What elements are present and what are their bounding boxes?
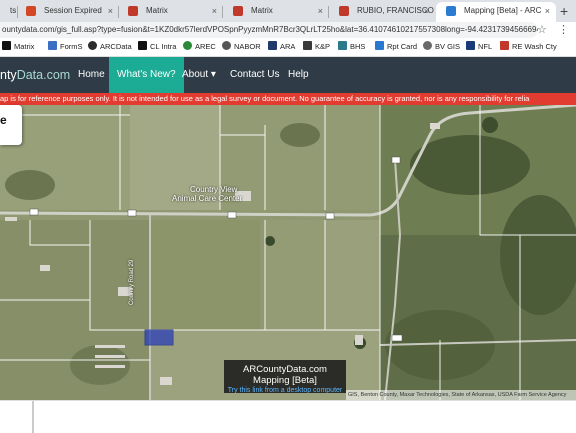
tab-strip: ts Session Expired × Matrix × Matrix × R… <box>0 0 576 22</box>
matrix-icon <box>233 6 243 16</box>
star-icon[interactable]: ☆ <box>537 23 547 36</box>
map-label-country-view: Country View <box>190 185 238 194</box>
bookmark-label: Matrix <box>14 42 35 51</box>
bookmark-label: BHS <box>350 42 366 51</box>
bookmark-label: ARCData <box>100 42 132 51</box>
nfl-icon <box>466 41 475 50</box>
bookmark-label: CL Intra <box>150 42 177 51</box>
bookmark-label: AREC <box>195 42 216 51</box>
bookmark-label: NABOR <box>234 42 261 51</box>
bottom-right-panel <box>33 401 576 433</box>
powerpoint-icon <box>26 6 36 16</box>
map-label-animal-care: Animal Care Center <box>172 194 243 203</box>
tab-matrix-1[interactable]: Matrix × <box>118 2 223 22</box>
tab-mapping-active[interactable]: Mapping [Beta] - ARC × <box>436 2 556 22</box>
map-caption-title: ARCountyData.com Mapping [Beta] <box>243 364 327 386</box>
address-bar-row: ountydata.com/gis_full.asp?type=fusion&t… <box>0 22 576 39</box>
bookmarks-bar: Matrix FormS ARCData CL Intra AREC NABOR… <box>0 39 576 57</box>
bookmark-bhs[interactable]: BHS <box>338 41 365 53</box>
bookmark-label: K&P <box>315 42 331 51</box>
site-brand[interactable]: ntyData.com <box>0 57 70 93</box>
nav-whats-new[interactable]: What's New? <box>109 57 184 93</box>
tab-matrix-2[interactable]: Matrix × <box>223 2 329 22</box>
globe-icon <box>222 41 231 50</box>
brand-text: nty <box>0 68 17 82</box>
bookmark-rpt-card[interactable]: Rpt Card <box>375 41 417 53</box>
panel-toggle-button[interactable]: e <box>0 105 22 145</box>
bookmark-ara[interactable]: ARA <box>268 41 295 53</box>
disclaimer-banner: ap is for reference purposes only. It is… <box>0 93 576 105</box>
bookmark-label: BV GIS <box>435 42 461 51</box>
nav-about[interactable]: About ▾ <box>174 57 224 93</box>
matrix-icon <box>128 6 138 16</box>
nav-contact-us[interactable]: Contact Us <box>222 57 287 93</box>
tab-title: Matrix <box>251 6 273 15</box>
kp-icon <box>303 41 312 50</box>
close-icon[interactable]: × <box>318 2 323 20</box>
bookmark-nfl[interactable]: NFL <box>466 41 492 53</box>
brand-text-light: Data.com <box>16 68 71 82</box>
bookmark-label: ARA <box>280 42 296 51</box>
bookmark-label: RE Wash Cty <box>512 42 557 51</box>
re-wash-icon <box>500 41 509 50</box>
ara-icon <box>268 41 277 50</box>
bookmark-nabor[interactable]: NABOR <box>222 41 261 53</box>
bookmark-label: Rpt Card <box>387 42 418 51</box>
tab-title: Session Expired <box>44 6 102 15</box>
close-icon[interactable]: × <box>212 2 217 20</box>
desktop-link[interactable]: Try this link from a desktop computer <box>224 386 346 395</box>
satellite-map[interactable]: Country View Animal Care Center Country … <box>0 105 576 400</box>
cl-intra-icon <box>138 41 147 50</box>
url-field[interactable]: ountydata.com/gis_full.asp?type=fusion&t… <box>0 22 538 38</box>
bookmark-kp[interactable]: K&P <box>303 41 330 53</box>
forms-icon <box>48 41 57 50</box>
tab-session-expired[interactable]: Session Expired × <box>16 2 119 22</box>
bhs-icon <box>338 41 347 50</box>
bottom-area <box>0 400 576 433</box>
bookmark-arcdata[interactable]: ARCData <box>88 41 132 53</box>
report-card-icon <box>375 41 384 50</box>
matrix-icon <box>2 41 11 50</box>
menu-icon[interactable]: ⋮ <box>558 23 569 36</box>
map-imagery <box>0 105 576 400</box>
bookmark-re-wash-cty[interactable]: RE Wash Cty <box>500 41 557 53</box>
map-label-road-29: Country Road 29 <box>129 259 135 305</box>
matrix-icon <box>339 6 349 16</box>
close-icon[interactable]: × <box>108 2 113 20</box>
map-caption-box: ARCountyData.com Mapping [Beta] Try this… <box>224 360 346 395</box>
nav-help[interactable]: Help <box>280 57 317 93</box>
bottom-left-panel <box>0 401 33 433</box>
globe-icon <box>423 41 432 50</box>
nav-home[interactable]: Home <box>70 57 113 93</box>
bookmark-label: FormS <box>60 42 83 51</box>
arec-icon <box>183 41 192 50</box>
tab-title: Matrix <box>146 6 168 15</box>
tab-rubio[interactable]: RUBIO, FRANCISCO JAV × <box>329 2 435 22</box>
new-tab-icon[interactable]: + <box>560 2 568 20</box>
bookmark-arec[interactable]: AREC <box>183 41 216 53</box>
close-icon[interactable]: × <box>424 2 429 20</box>
site-navbar: ntyData.com Home What's New? About ▾ Con… <box>0 57 576 93</box>
map-icon <box>446 6 456 16</box>
close-icon[interactable]: × <box>545 2 550 20</box>
arcdata-icon <box>88 41 97 50</box>
bookmark-bv-gis[interactable]: BV GIS <box>423 41 460 53</box>
bookmark-forms[interactable]: FormS <box>48 41 83 53</box>
bookmark-cl-intra[interactable]: CL Intra <box>138 41 176 53</box>
bookmark-matrix[interactable]: Matrix <box>2 41 34 53</box>
tab-title: Mapping [Beta] - ARC <box>464 6 542 15</box>
bookmark-label: NFL <box>478 42 493 51</box>
map-attribution: GIS, Benton County, Maxar Technologies, … <box>346 390 576 400</box>
